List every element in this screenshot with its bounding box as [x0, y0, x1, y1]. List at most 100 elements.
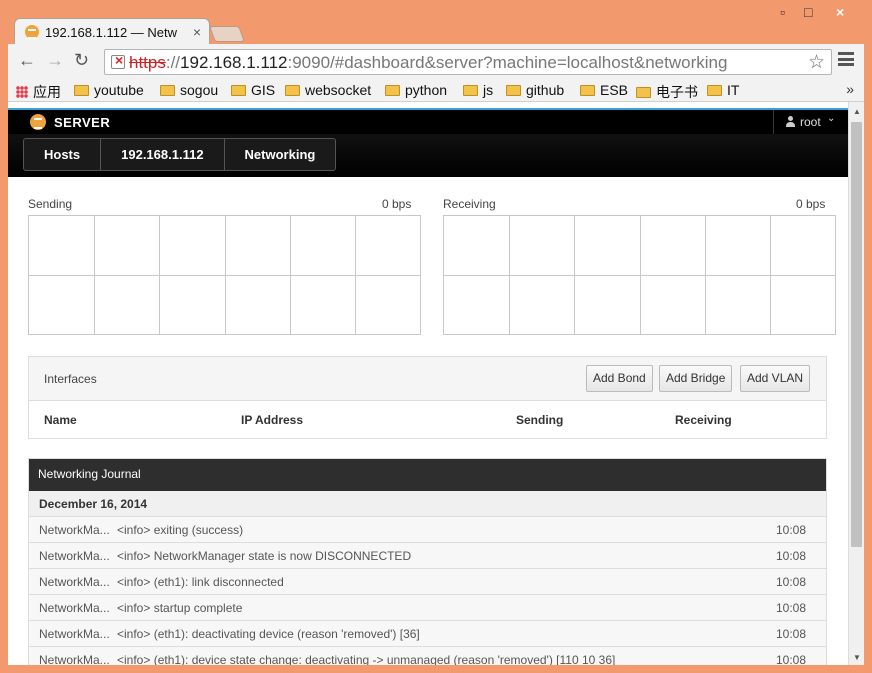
add-bridge-button[interactable]: Add Bridge — [659, 365, 733, 392]
insecure-x-icon: × — [115, 52, 124, 68]
breadcrumb-host[interactable]: 192.168.1.112 — [101, 139, 225, 170]
close-window-button[interactable]: × — [836, 4, 844, 20]
interfaces-panel: Interfaces Add Bond Add Bridge Add VLAN … — [28, 356, 827, 439]
folder-icon — [463, 85, 478, 96]
window-frame-bottom — [0, 665, 872, 673]
journal-entry[interactable]: NetworkMa... <info> exiting (success) 10… — [29, 517, 826, 543]
journal-source: NetworkMa... — [39, 549, 110, 563]
journal-message: <info> (eth1): deactivating device (reas… — [117, 627, 420, 641]
column-header-ip-address: IP Address — [241, 413, 304, 427]
bookmark-js[interactable]: js — [463, 82, 493, 100]
chevron-down-icon: ⌄ — [827, 113, 836, 124]
add-vlan-button[interactable]: Add VLAN — [740, 365, 811, 392]
interfaces-header: Interfaces Add Bond Add Bridge Add VLAN — [29, 357, 826, 401]
more-bookmarks-icon[interactable]: » — [846, 81, 854, 97]
browser-tab[interactable]: 192.168.1.112 — Netw × — [14, 18, 210, 45]
networking-journal: Networking Journal December 16, 2014 Net… — [28, 458, 827, 665]
back-arrow-icon[interactable]: ← — [18, 50, 36, 71]
reload-icon[interactable]: ↻ — [74, 50, 89, 71]
folder-icon — [506, 85, 521, 96]
journal-entry[interactable]: NetworkMa... <info> (eth1): device state… — [29, 647, 826, 665]
journal-entry[interactable]: NetworkMa... <info> (eth1): deactivating… — [29, 621, 826, 647]
breadcrumb-hosts[interactable]: Hosts — [24, 139, 102, 170]
journal-time: 10:08 — [775, 523, 806, 537]
tab-title: 192.168.1.112 — Netw — [45, 25, 178, 40]
bookmark-esb[interactable]: ESB — [580, 82, 628, 100]
journal-day-header: December 16, 2014 — [29, 491, 826, 517]
folder-icon — [160, 85, 175, 96]
journal-source: NetworkMa... — [39, 653, 110, 665]
page-scrollbar[interactable]: ▲ ▼ — [848, 102, 864, 665]
journal-time: 10:08 — [775, 549, 806, 563]
user-name: root — [800, 115, 821, 129]
bookmark-youtube[interactable]: youtube — [74, 82, 144, 100]
new-tab-button[interactable] — [209, 26, 245, 42]
journal-message: <info> (eth1): link disconnected — [117, 575, 284, 589]
sending-label: Sending — [28, 197, 73, 211]
tab-close-icon[interactable]: × — [193, 24, 201, 40]
journal-time: 10:08 — [775, 627, 806, 641]
maximize-button[interactable]: □ — [804, 4, 812, 20]
folder-icon — [231, 85, 246, 96]
breadcrumb: Hosts 192.168.1.112 Networking — [23, 138, 337, 171]
journal-source: NetworkMa... — [39, 601, 110, 615]
journal-title: Networking Journal — [29, 459, 826, 491]
user-menu[interactable]: root ⌄ — [773, 110, 848, 134]
bookmark-gis[interactable]: GIS — [231, 82, 275, 100]
journal-entry[interactable]: NetworkMa... <info> startup complete 10:… — [29, 595, 826, 621]
bookmark-sogou[interactable]: sogou — [160, 82, 218, 100]
cockpit-logo-icon — [30, 114, 46, 130]
folder-icon — [74, 85, 89, 96]
page-content: SERVER root ⌄ Hosts 192.168.1.112 Networ… — [8, 102, 848, 665]
journal-entry[interactable]: NetworkMa... <info> (eth1): link disconn… — [29, 569, 826, 595]
folder-icon — [385, 85, 400, 96]
bookmark-ebooks[interactable]: 电子书 — [636, 82, 698, 100]
bookmark-websocket[interactable]: websocket — [285, 82, 371, 100]
cockpit-favicon-icon — [25, 25, 39, 39]
breadcrumb-networking[interactable]: Networking — [225, 139, 336, 170]
folder-icon — [285, 85, 300, 96]
browser-window: 192.168.1.112 — Netw × ▫ □ × ← → ↻ × htt… — [0, 0, 872, 673]
journal-time: 10:08 — [775, 653, 806, 665]
add-bond-button[interactable]: Add Bond — [586, 365, 653, 392]
sending-graph — [28, 215, 421, 335]
folder-icon — [580, 85, 595, 96]
url-text: https://192.168.1.112:9090/#dashboard&se… — [129, 53, 728, 72]
folder-icon — [636, 87, 651, 98]
column-header-receiving: Receiving — [675, 413, 732, 427]
receiving-label: Receiving — [443, 197, 496, 211]
bookmark-python[interactable]: python — [385, 82, 447, 100]
journal-message: <info> startup complete — [117, 601, 243, 615]
journal-time: 10:08 — [775, 575, 806, 589]
scroll-down-arrow-icon[interactable]: ▼ — [853, 653, 861, 662]
breadcrumb-bar: Hosts 192.168.1.112 Networking — [8, 134, 848, 177]
bookmark-apps[interactable]: 应用 — [16, 82, 61, 100]
column-header-name: Name — [44, 413, 77, 427]
journal-source: NetworkMa... — [39, 575, 110, 589]
journal-time: 10:08 — [775, 601, 806, 615]
journal-source: NetworkMa... — [39, 523, 110, 537]
journal-message: <info> exiting (success) — [117, 523, 244, 537]
browser-toolbar: ← → ↻ × https://192.168.1.112:9090/#dash… — [8, 44, 864, 80]
user-icon — [786, 116, 795, 127]
bookmarks-bar: 应用 youtube sogou GIS websocket python js… — [8, 80, 864, 102]
address-bar[interactable]: × https://192.168.1.112:9090/#dashboard&… — [104, 49, 832, 75]
journal-source: NetworkMa... — [39, 627, 110, 641]
sending-value: 0 bps — [382, 197, 412, 211]
folder-icon — [707, 85, 722, 96]
scrollbar-thumb[interactable] — [851, 122, 862, 547]
journal-message: <info> NetworkManager state is now DISCO… — [117, 549, 412, 563]
bookmark-github[interactable]: github — [506, 82, 564, 100]
minimize-button[interactable]: ▫ — [780, 4, 785, 20]
column-header-sending: Sending — [516, 413, 564, 427]
forward-arrow-icon[interactable]: → — [46, 50, 64, 71]
scroll-up-arrow-icon[interactable]: ▲ — [853, 107, 861, 116]
journal-entry[interactable]: NetworkMa... <info> NetworkManager state… — [29, 543, 826, 569]
bookmark-it[interactable]: IT — [707, 82, 739, 100]
journal-message: <info> (eth1): device state change: deac… — [117, 653, 616, 665]
app-header: SERVER root ⌄ — [8, 108, 848, 134]
browser-menu-icon[interactable] — [838, 52, 854, 66]
interfaces-title: Interfaces — [44, 372, 97, 386]
receiving-value: 0 bps — [796, 197, 826, 211]
bookmark-star-icon[interactable]: ☆ — [808, 51, 825, 74]
